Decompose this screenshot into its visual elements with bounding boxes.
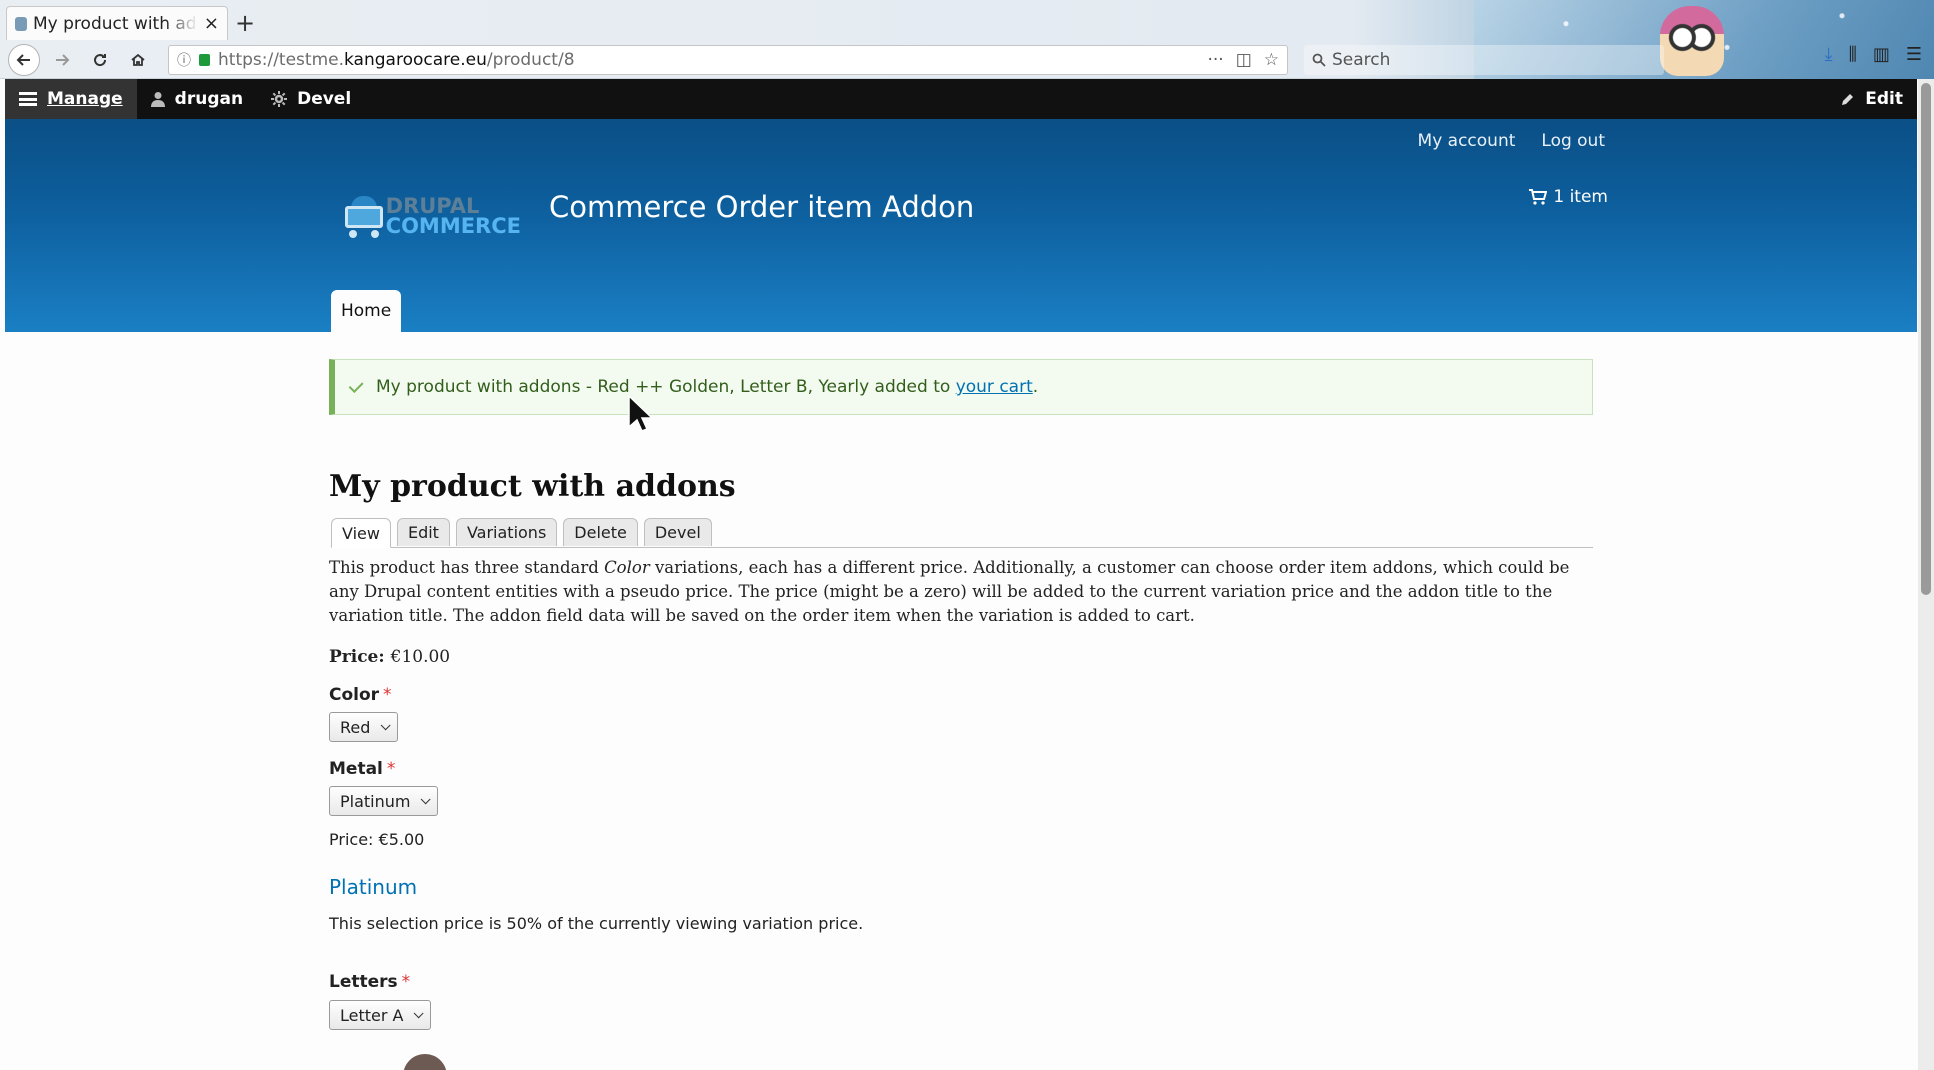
search-placeholder: Search — [1332, 49, 1391, 70]
devel-label: Devel — [297, 89, 352, 109]
back-arrow-icon — [16, 53, 30, 66]
price-label: Price: — [329, 647, 385, 667]
favicon-icon — [15, 16, 27, 31]
addon-title-link[interactable]: Platinum — [329, 875, 417, 899]
my-account-link[interactable]: My account — [1418, 131, 1516, 151]
pocket-icon[interactable]: ◫ — [1236, 50, 1252, 70]
cart-count: 1 item — [1553, 187, 1608, 207]
manage-label: Manage — [47, 89, 123, 109]
menu-icon[interactable]: ☰ — [1906, 44, 1922, 65]
tab-delete[interactable]: Delete — [563, 518, 638, 546]
main-nav-home-tab[interactable]: Home — [331, 290, 402, 332]
user-label: drugan — [174, 89, 244, 109]
price-value: €10.00 — [390, 647, 451, 667]
addon-image — [403, 1054, 447, 1070]
edit-label: Edit — [1865, 89, 1903, 109]
cart-block[interactable]: 1 item — [1529, 187, 1608, 207]
metal-select[interactable]: Platinum — [329, 786, 439, 816]
home-icon — [131, 53, 145, 66]
gear-icon — [271, 91, 288, 107]
your-cart-link[interactable]: your cart — [956, 377, 1033, 397]
metal-label: Metal * — [329, 759, 396, 779]
addon-description: This selection price is 50% of the curre… — [329, 914, 864, 933]
tab-devel[interactable]: Devel — [643, 518, 712, 546]
color-select[interactable]: Red — [329, 712, 399, 742]
chevron-down-icon — [421, 793, 432, 804]
page-title: My product with addons — [329, 469, 736, 504]
logo-text: DRUPAL COMMERCE — [385, 194, 521, 238]
manage-menu-button[interactable]: Manage — [5, 79, 137, 119]
browser-tab[interactable]: My product with addons × — [6, 6, 228, 40]
logo-cart-icon — [341, 194, 383, 238]
letters-label: Letters * — [329, 972, 411, 992]
reload-button[interactable] — [84, 44, 116, 76]
shopping-cart-icon — [1529, 189, 1548, 205]
forward-button[interactable] — [46, 44, 78, 76]
chevron-down-icon — [381, 719, 391, 730]
tab-strip: My product with addons × + — [6, 6, 262, 40]
required-marker: * — [401, 972, 411, 992]
site-logo[interactable]: DRUPAL COMMERCE — [341, 189, 521, 243]
close-tab-icon[interactable]: × — [204, 13, 219, 34]
tab-edit[interactable]: Edit — [396, 518, 450, 546]
secondary-menu: My account Log out — [1418, 131, 1605, 151]
checkmark-icon — [348, 378, 364, 394]
home-button[interactable] — [122, 44, 154, 76]
search-box[interactable]: Search — [1304, 44, 1664, 75]
page-actions: ··· ◫ ☆ — [1207, 50, 1279, 70]
new-tab-button[interactable]: + — [228, 6, 262, 40]
edit-mode-button[interactable]: Edit — [1827, 79, 1917, 119]
tab-title: My product with addons — [33, 13, 198, 34]
downloads-icon[interactable]: ⤓ — [1825, 44, 1833, 65]
admin-toolbar: Manage drugan Devel Edit — [5, 79, 1917, 119]
bookmark-star-icon[interactable]: ☆ — [1264, 50, 1279, 70]
hamburger-icon — [19, 92, 37, 106]
user-menu-button[interactable]: drugan — [137, 79, 257, 119]
pencil-icon — [1842, 94, 1854, 105]
log-out-link[interactable]: Log out — [1541, 131, 1605, 151]
color-label: Color * — [329, 685, 392, 705]
info-icon[interactable]: ⓘ — [177, 50, 191, 70]
browser-chrome: My product with addons × + ⓘ https://tes… — [0, 0, 1934, 79]
status-message-text: My product with addons - Red ++ Golden, … — [376, 377, 1039, 397]
site-header: My account Log out DRUPAL COMMERCE Comme… — [5, 119, 1917, 332]
site-name[interactable]: Commerce Order item Addon — [549, 190, 974, 224]
product-price: Price: €10.00 — [329, 647, 450, 667]
user-icon — [150, 92, 165, 107]
required-marker: * — [386, 759, 396, 779]
vertical-scrollbar[interactable] — [1918, 79, 1934, 1070]
letters-select[interactable]: Letter A — [329, 1000, 432, 1030]
lock-icon — [199, 53, 210, 66]
devel-menu-button[interactable]: Devel — [257, 79, 365, 119]
toolbar-right-actions: ⤓ ⫼ ▥ ☰ — [1825, 44, 1922, 65]
local-tasks-tabs: View Edit Variations Delete Devel — [331, 518, 1593, 548]
url-bar[interactable]: ⓘ https://testme.kangaroocare.eu/product… — [168, 44, 1288, 75]
chevron-down-icon — [414, 1007, 425, 1018]
url-text[interactable]: https://testme.kangaroocare.eu/product/8 — [218, 50, 1199, 70]
forward-arrow-icon — [56, 53, 70, 66]
product-description: This product has three standard Color va… — [329, 558, 1570, 625]
search-icon — [1312, 53, 1326, 67]
library-icon[interactable]: ⫼ — [1849, 44, 1857, 65]
status-message: My product with addons - Red ++ Golden, … — [329, 359, 1593, 415]
tab-variations[interactable]: Variations — [455, 518, 558, 546]
sidebar-icon[interactable]: ▥ — [1873, 44, 1890, 65]
reload-icon — [94, 53, 107, 66]
back-button[interactable] — [8, 43, 40, 76]
tab-view[interactable]: View — [331, 518, 391, 548]
scrollbar-thumb[interactable] — [1921, 83, 1931, 595]
required-marker: * — [383, 685, 392, 705]
page-actions-menu-icon[interactable]: ··· — [1207, 50, 1223, 70]
addon-price: Price: €5.00 — [329, 830, 425, 849]
navigation-bar: ⓘ https://testme.kangaroocare.eu/product… — [0, 40, 1934, 79]
